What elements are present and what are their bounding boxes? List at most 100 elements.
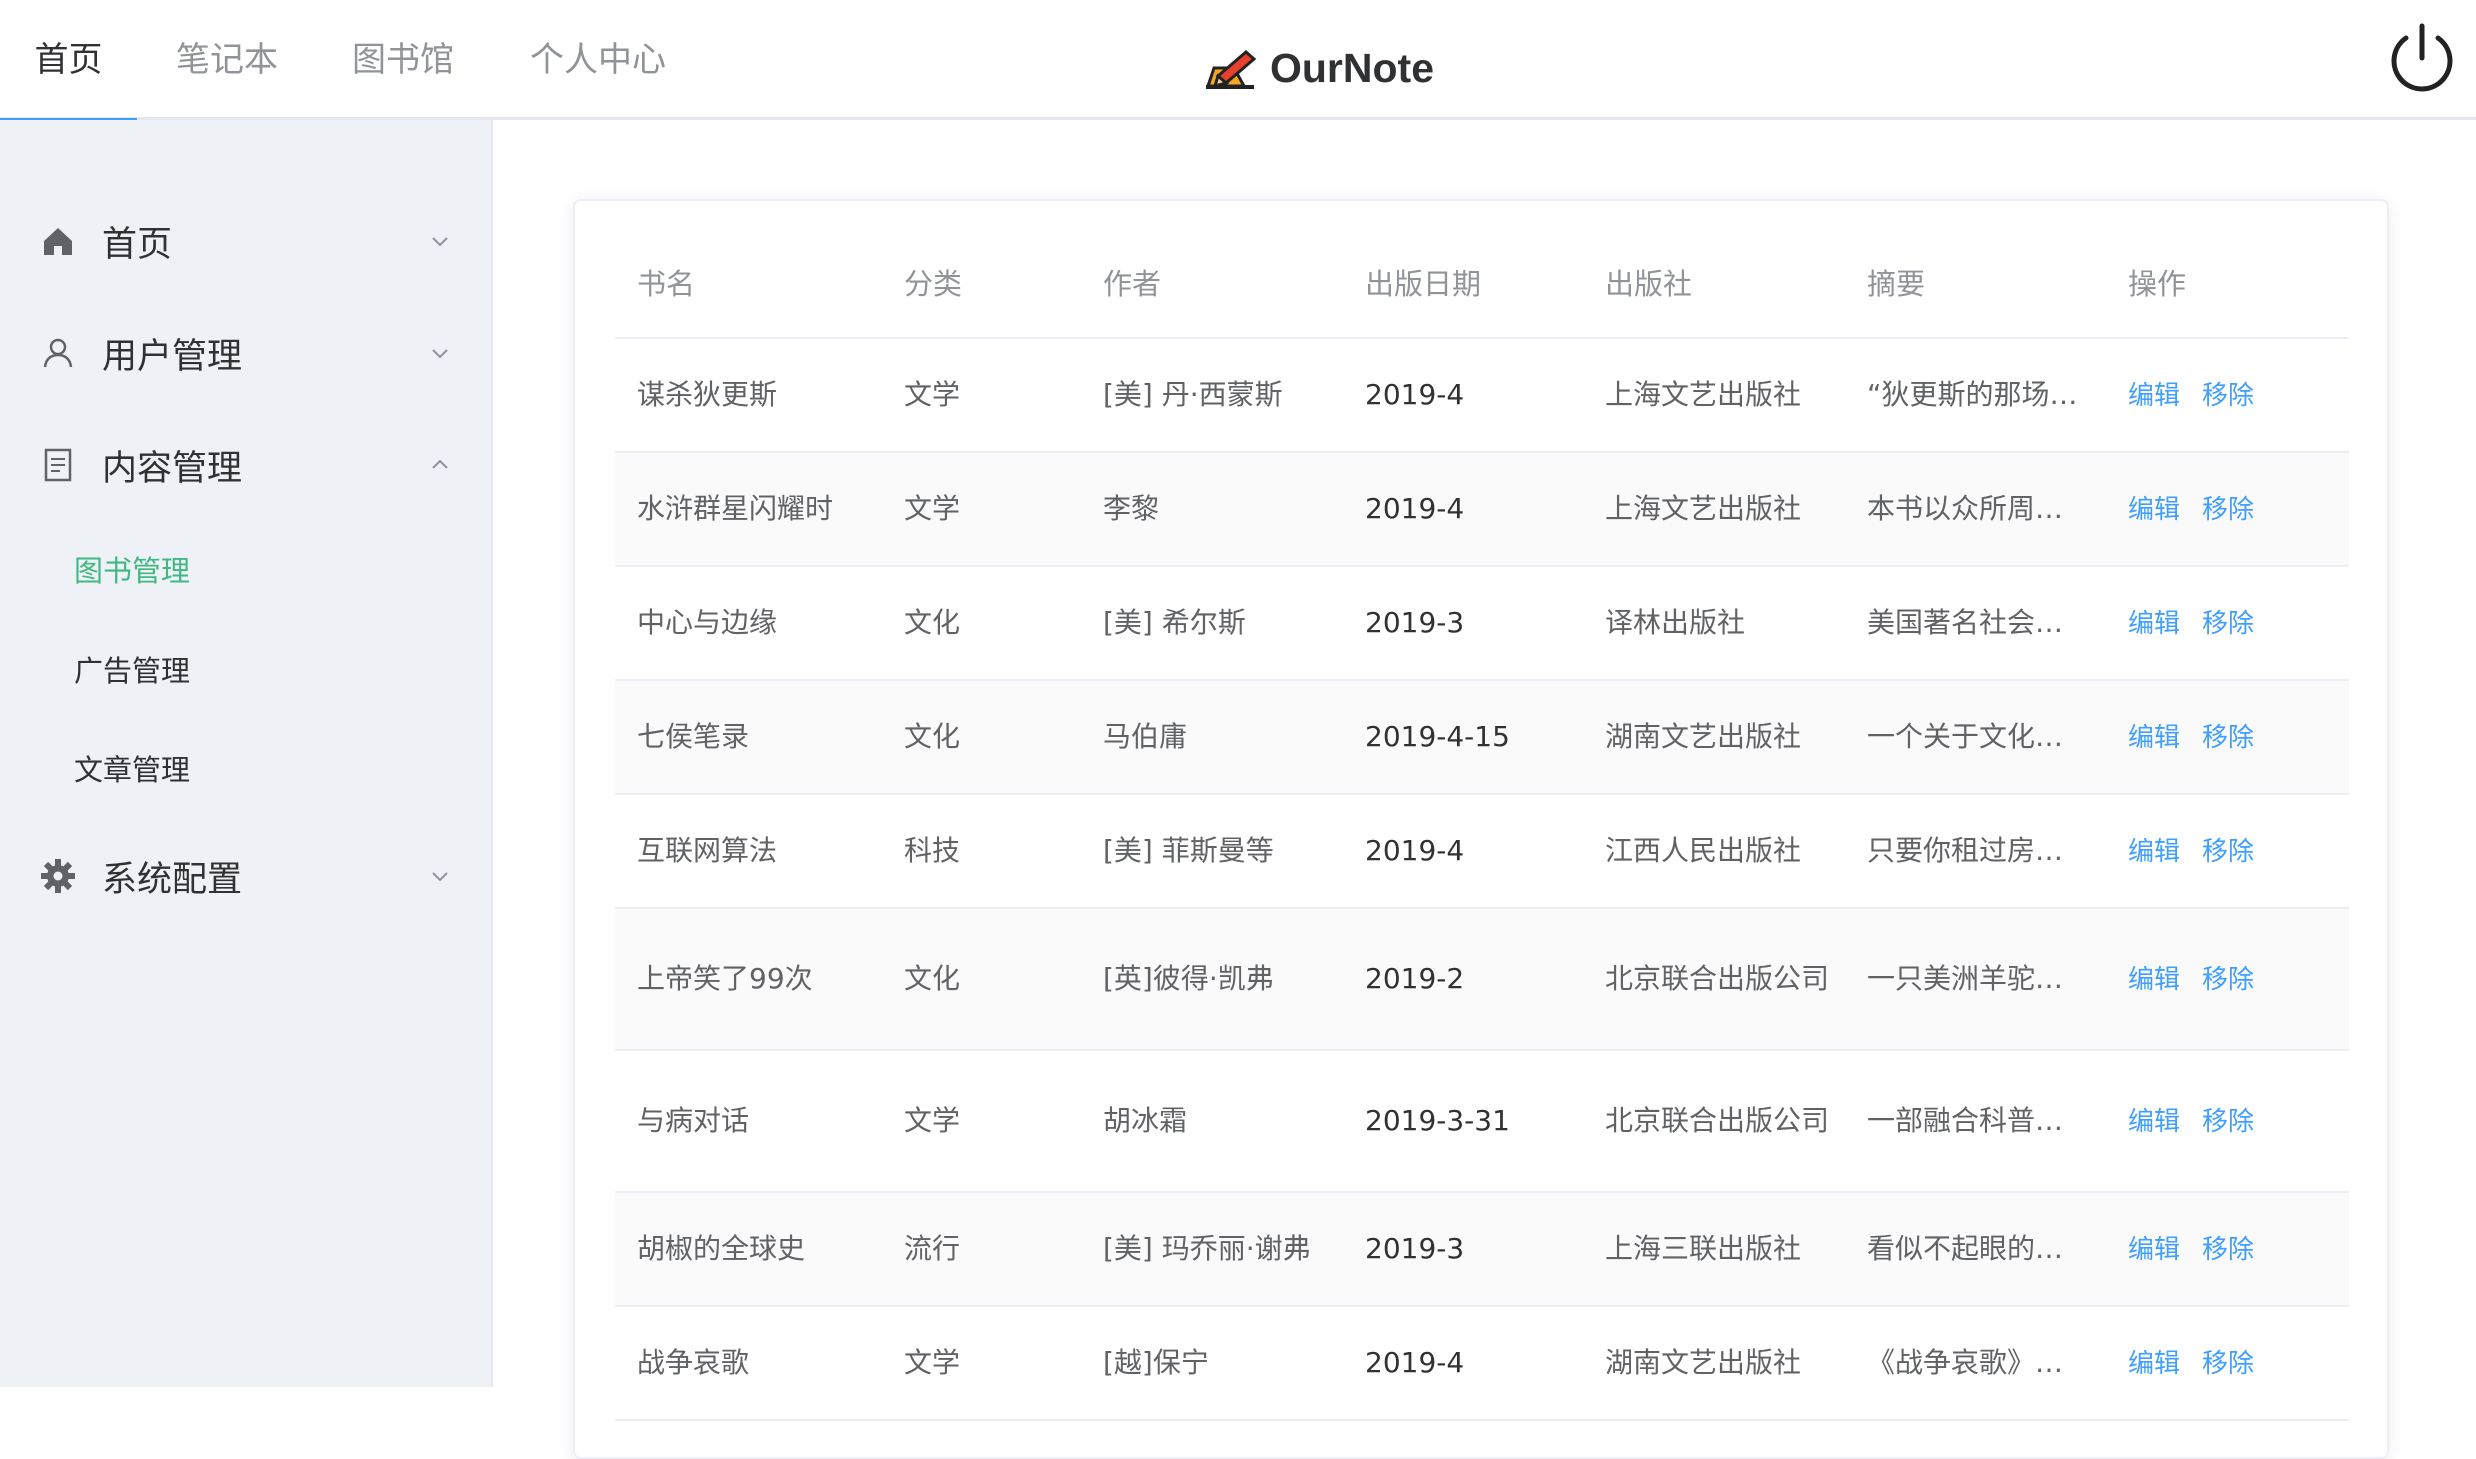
tab-library[interactable]: 图书馆	[333, 0, 473, 120]
sidebar-item-label: 内容管理	[102, 448, 243, 489]
table-row[interactable]: 谋杀狄更斯 文学 [美] 丹·西蒙斯 2019-4 上海文艺出版社 “狄更斯的那场… 编辑移…	[615, 338, 2349, 453]
book-actions-cell: 编辑 移除	[2106, 566, 2349, 681]
book-author-cell: 马伯庸	[1081, 680, 1343, 795]
book-actions-cell: 编辑 移除	[2106, 794, 2349, 909]
book-category-cell: 文学	[882, 338, 1081, 453]
book-date-cell: 2019-4	[1343, 1306, 1583, 1421]
chevron-up-icon	[432, 459, 448, 469]
edit-link[interactable]: 编辑	[2128, 609, 2180, 639]
column-header-title[interactable]: 书名	[615, 227, 882, 339]
sidebar-item-label: 系统配置	[102, 859, 243, 900]
edit-link[interactable]: 编辑	[2128, 723, 2180, 753]
edit-link[interactable]: 编辑	[2128, 965, 2180, 995]
tab-notebook[interactable]: 笔记本	[157, 0, 297, 120]
book-title-cell: 中心与边缘	[615, 566, 882, 681]
gear-icon	[41, 859, 75, 893]
book-category-cell: 文化	[882, 680, 1081, 795]
book-author-cell: [美] 丹·西蒙斯	[1081, 338, 1343, 453]
edit-link[interactable]: 编辑	[2128, 381, 2180, 411]
remove-link[interactable]: 移除	[2202, 495, 2254, 525]
tab-home[interactable]: 首页	[0, 0, 137, 123]
table-row[interactable]: 与病对话 文学 胡冰霜 2019-3-31 北京联合出版公司 一部融合科普… 编辑 移除	[615, 1050, 2349, 1193]
book-title-cell: 互联网算法	[615, 794, 882, 909]
chevron-down-icon	[432, 237, 448, 247]
chevron-down-icon	[432, 872, 448, 882]
sidebar-item-home[interactable]: 首页	[0, 191, 491, 291]
tab-personal-center[interactable]: 个人中心	[516, 0, 680, 120]
remove-link[interactable]: 移除	[2202, 1107, 2254, 1137]
column-header-summary[interactable]: 摘要	[1845, 227, 2106, 339]
book-actions-cell: 编辑 移除	[2106, 680, 2349, 795]
table-row[interactable]: 中心与边缘 文化 [美] 希尔斯 2019-3 译林出版社 美国著名社会… 编辑 移除	[615, 566, 2349, 681]
book-summary-cell: 一部融合科普…	[1845, 1050, 2106, 1193]
sidebar-subitem-books[interactable]: 图书管理	[0, 519, 491, 619]
table-header-row: 书名 分类 作者 出版日期 出版社 摘要 操作	[615, 227, 2349, 339]
edit-link[interactable]: 编辑	[2128, 837, 2180, 867]
book-category-cell: 文化	[882, 566, 1081, 681]
sidebar-item-content[interactable]: 内容管理	[0, 415, 491, 515]
column-header-category[interactable]: 分类	[882, 227, 1081, 339]
sidebar-item-users[interactable]: 用户管理	[0, 303, 491, 403]
book-category-cell: 流行	[882, 1192, 1081, 1307]
book-author-cell: 李黎	[1081, 452, 1343, 567]
book-category-cell: 科技	[882, 794, 1081, 909]
sidebar-subitem-label: 文章管理	[74, 753, 191, 787]
sidebar-item-label: 用户管理	[102, 336, 243, 377]
book-author-cell: [越]保宁	[1081, 1306, 1343, 1421]
book-date-cell: 2019-4	[1343, 794, 1583, 909]
book-category-cell: 文学	[882, 452, 1081, 567]
home-icon	[44, 228, 72, 255]
edit-link[interactable]: 编辑	[2128, 1349, 2180, 1379]
remove-link[interactable]: 移除	[2202, 1349, 2254, 1379]
chevron-down-icon	[432, 349, 448, 359]
remove-link[interactable]: 移除	[2202, 1235, 2254, 1265]
sidebar-subitem-label: 广告管理	[74, 654, 191, 688]
pencil-logo-icon	[1205, 50, 1257, 89]
power-icon[interactable]	[2382, 20, 2462, 100]
table-row[interactable]: 胡椒的全球史 流行 [美] 玛乔丽·谢弗 2019-3 上海三联出版社 看似不起眼的… 编辑…	[615, 1192, 2349, 1307]
book-publisher-cell: 上海三联出版社	[1583, 1192, 1845, 1307]
table-row[interactable]: 水浒群星闪耀时 文学 李黎 2019-4 上海文艺出版社 本书以众所周… 编辑 移除	[615, 452, 2349, 567]
table-row[interactable]: 互联网算法 科技 [美] 菲斯曼等 2019-4 江西人民出版社 只要你租过房… 编辑 移除	[615, 794, 2349, 909]
remove-link[interactable]: 移除	[2202, 965, 2254, 995]
book-summary-cell: 一个关于文化…	[1845, 680, 2106, 795]
book-author-cell: [英]彼得·凯弗	[1081, 908, 1343, 1051]
edit-link[interactable]: 编辑	[2128, 1235, 2180, 1265]
column-header-date[interactable]: 出版日期	[1343, 227, 1583, 339]
book-actions-cell: 编辑 移除	[2106, 452, 2349, 567]
book-actions-cell: 编辑 移除	[2106, 1306, 2349, 1421]
edit-link[interactable]: 编辑	[2128, 495, 2180, 525]
sidebar-subitem-articles[interactable]: 文章管理	[0, 718, 491, 818]
book-author-cell: [美] 玛乔丽·谢弗	[1081, 1192, 1343, 1307]
books-card: 书名 分类 作者 出版日期 出版社 摘要 操作 谋杀狄更斯 文学 [美] 丹·西蒙斯…	[573, 199, 2389, 1459]
app-name: OurNote	[1270, 44, 1434, 91]
table-row[interactable]: 七侯笔录 文化 马伯庸 2019-4-15 湖南文艺出版社 一个关于文化… 编辑 移除	[615, 680, 2349, 795]
book-actions-cell: 编辑 移除	[2106, 338, 2349, 453]
books-table: 书名 分类 作者 出版日期 出版社 摘要 操作 谋杀狄更斯 文学 [美] 丹·西蒙斯…	[615, 227, 2349, 1421]
sidebar-subitem-ads[interactable]: 广告管理	[0, 619, 491, 719]
remove-link[interactable]: 移除	[2202, 609, 2254, 639]
column-header-publisher[interactable]: 出版社	[1583, 227, 1845, 339]
book-date-cell: 2019-4	[1343, 452, 1583, 567]
sidebar-item-settings[interactable]: 系统配置	[0, 826, 491, 926]
edit-link[interactable]: 编辑	[2128, 1107, 2180, 1137]
book-author-cell: [美] 菲斯曼等	[1081, 794, 1343, 909]
book-actions-cell: 编辑 移除	[2106, 908, 2349, 1051]
book-author-cell: [美] 希尔斯	[1081, 566, 1343, 681]
remove-link[interactable]: 移除	[2202, 381, 2254, 411]
app-logo: OurNote	[1204, 38, 1434, 98]
table-row[interactable]: 上帝笑了99次 文化 [英]彼得·凯弗 2019-2 北京联合出版公司 一只美洲羊驼… 编辑…	[615, 908, 2349, 1051]
column-header-actions: 操作	[2106, 227, 2349, 339]
column-header-author[interactable]: 作者	[1081, 227, 1343, 339]
book-publisher-cell: 上海文艺出版社	[1583, 338, 1845, 453]
user-icon	[43, 338, 73, 368]
book-actions-cell: 编辑 移除	[2106, 1050, 2349, 1193]
book-publisher-cell: 湖南文艺出版社	[1583, 1306, 1845, 1421]
table-row[interactable]: 战争哀歌 文学 [越]保宁 2019-4 湖南文艺出版社 《战争哀歌》… 编辑 移除	[615, 1306, 2349, 1421]
book-title-cell: 谋杀狄更斯	[615, 338, 882, 453]
remove-link[interactable]: 移除	[2202, 837, 2254, 867]
book-date-cell: 2019-3	[1343, 1192, 1583, 1307]
remove-link[interactable]: 移除	[2202, 723, 2254, 753]
document-icon	[44, 448, 72, 482]
book-date-cell: 2019-3	[1343, 566, 1583, 681]
